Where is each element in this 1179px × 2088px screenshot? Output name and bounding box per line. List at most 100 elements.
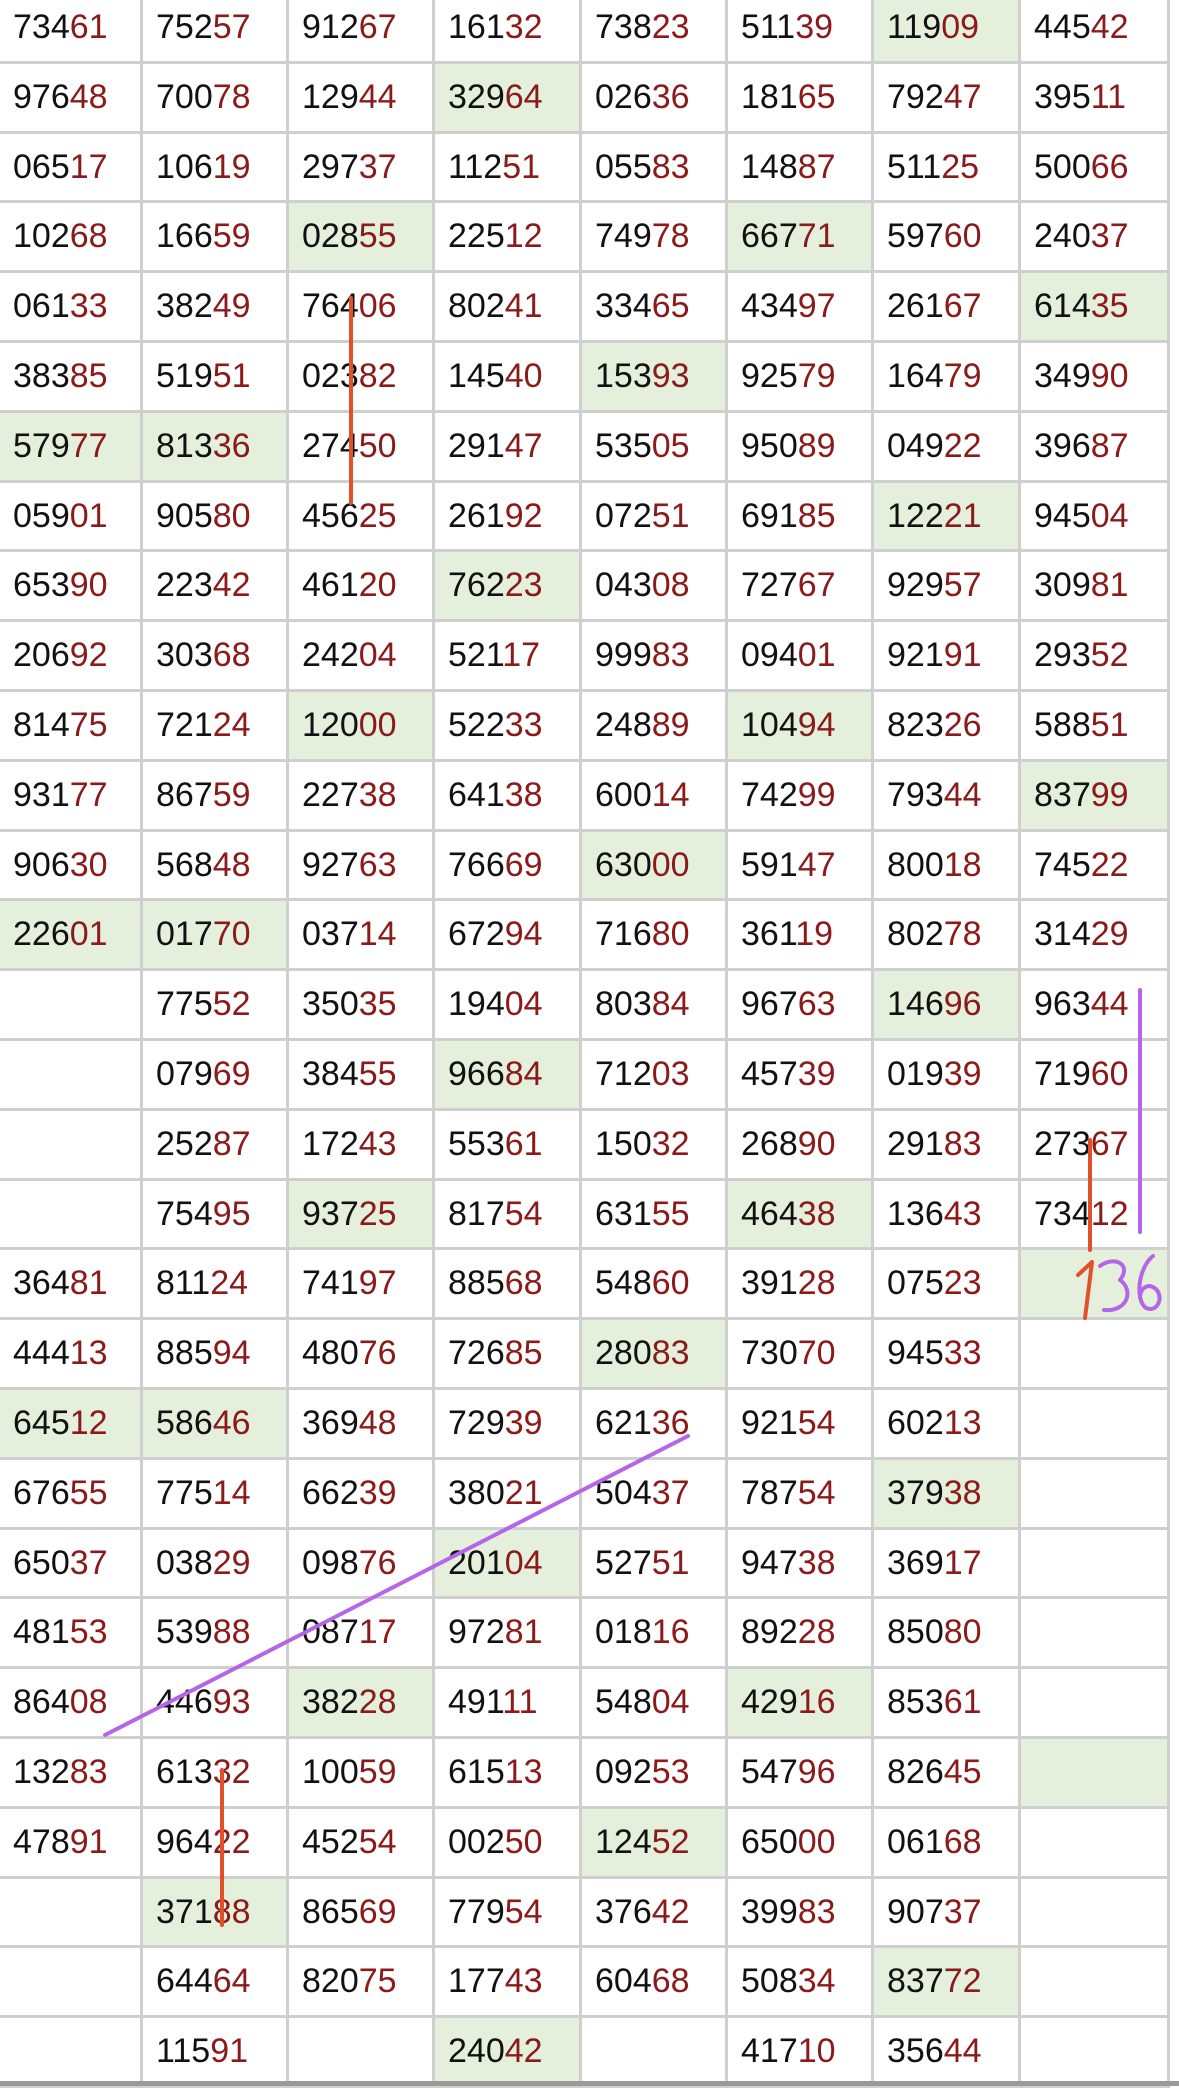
cell-tail-digits: 32	[504, 8, 543, 46]
cell-tail-digits: 47	[943, 77, 982, 116]
grid-cell: 24037	[1021, 203, 1170, 274]
cell-tail-digits: 39	[943, 1055, 982, 1093]
cell-head-digits: 384	[302, 1055, 359, 1093]
cell-tail-digits: 68	[943, 1822, 982, 1861]
cell-tail-digits: 81	[504, 1613, 543, 1652]
grid-cell	[0, 1878, 143, 1949]
cell-head-digits: 775	[156, 1473, 213, 1512]
cell-tail-digits: 76	[358, 1334, 397, 1373]
cell-tail-digits: 87	[797, 147, 836, 186]
cell-head-digits: 631	[595, 1194, 652, 1233]
grid-cell: 08717	[289, 1599, 435, 1670]
cell-head-digits: 814	[13, 706, 70, 744]
cell-head-digits: 291	[448, 426, 505, 465]
cell-tail-digits: 93	[651, 357, 690, 395]
cell-head-digits: 445	[1034, 8, 1091, 46]
cell-head-digits: 615	[448, 1753, 505, 1791]
grid-cell: 52233	[435, 692, 582, 762]
cell-head-digits: 115	[156, 2032, 211, 2071]
cell-head-digits: 098	[302, 1543, 359, 1582]
cell-head-digits: 800	[887, 845, 944, 884]
grid-cell: 59760	[874, 203, 1021, 274]
grid-cell: 38228	[289, 1669, 435, 1739]
cell-tail-digits: 70	[212, 915, 251, 954]
cell-head-digits: 892	[741, 1613, 798, 1652]
cell-head-digits: 349	[1034, 357, 1091, 395]
grid-cell: 54796	[728, 1739, 874, 1809]
cell-tail-digits: 91	[943, 636, 982, 675]
grid-cell: 38455	[289, 1041, 435, 1111]
bottom-edge-bar	[0, 2081, 1179, 2086]
grid-cell: 28083	[582, 1320, 728, 1390]
cell-tail-digits: 32	[651, 1124, 690, 1163]
cell-tail-digits: 51	[1090, 706, 1129, 744]
cell-tail-digits: 33	[69, 287, 108, 326]
cell-tail-digits: 12	[69, 1404, 108, 1442]
grid-cell: 94738	[728, 1529, 874, 1600]
cell-head-digits: 457	[741, 1055, 798, 1093]
cell-head-digits: 094	[741, 636, 798, 675]
grid-cell: 73461	[0, 0, 143, 64]
cell-tail-digits: 60	[651, 1264, 690, 1303]
cell-head-digits: 850	[887, 1613, 944, 1652]
cell-tail-digits: 55	[69, 1473, 108, 1512]
grid-cell: 38021	[435, 1459, 582, 1530]
cell-head-digits: 853	[887, 1683, 944, 1722]
cell-head-digits: 793	[887, 775, 944, 814]
cell-head-digits: 672	[448, 915, 505, 954]
cell-head-digits: 500	[1034, 147, 1091, 186]
cell-tail-digits: 43	[504, 1962, 543, 2001]
grid-cell: 80384	[582, 971, 728, 1041]
cell-head-digits: 885	[156, 1334, 213, 1373]
cell-tail-digits: 97	[358, 1264, 397, 1303]
cell-tail-digits: 01	[69, 496, 108, 535]
grid-cell: 55361	[435, 1110, 582, 1181]
grid-cell: 72685	[435, 1320, 582, 1390]
grid-cell: 60468	[582, 1948, 728, 2019]
cell-tail-digits: 04	[651, 1683, 690, 1722]
cell-head-digits: 667	[741, 217, 798, 256]
cell-tail-digits: 53	[651, 1753, 690, 1791]
grid-cell: 26167	[874, 273, 1021, 343]
cell-head-digits: 223	[156, 566, 213, 605]
cell-tail-digits: 43	[358, 1124, 397, 1163]
cell-head-digits: 444	[13, 1334, 70, 1373]
cell-head-digits: 452	[302, 1822, 359, 1861]
cell-head-digits: 742	[741, 775, 798, 814]
grid-cell: 25287	[143, 1110, 289, 1181]
cell-head-digits: 716	[595, 915, 652, 954]
cell-tail-digits: 48	[69, 77, 108, 116]
cell-tail-digits: 44	[943, 775, 982, 814]
cell-tail-digits: 42	[1090, 8, 1129, 46]
grid-cell: 82326	[874, 692, 1021, 762]
grid-cell: 83799	[1021, 761, 1170, 832]
cell-tail-digits: 67	[1090, 1124, 1129, 1163]
grid-cell: 39511	[1021, 63, 1170, 134]
cell-head-digits: 240	[1034, 217, 1091, 256]
cell-tail-digits: 61	[69, 8, 108, 46]
cell-head-digits: 927	[302, 845, 359, 884]
cell-head-digits: 268	[741, 1124, 798, 1163]
grid-cell: 85080	[874, 1599, 1021, 1670]
cell-tail-digits: 20	[358, 566, 397, 605]
grid-cell: 26890	[728, 1110, 874, 1181]
cell-head-digits: 226	[13, 915, 70, 954]
cell-head-digits: 028	[302, 217, 359, 256]
grid-cell: 03829	[143, 1529, 289, 1600]
cell-head-digits: 662	[302, 1473, 359, 1512]
cell-head-digits: 548	[595, 1683, 652, 1722]
cell-head-digits: 604	[595, 1962, 652, 2001]
cell-head-digits: 837	[887, 1962, 944, 2001]
cell-head-digits: 999	[595, 636, 652, 675]
cell-tail-digits: 85	[69, 357, 108, 395]
grid-cell: 48076	[289, 1320, 435, 1390]
cell-tail-digits: 01	[69, 915, 108, 954]
grid-cell: 11909	[874, 0, 1021, 64]
cell-tail-digits: 90	[797, 1124, 836, 1163]
cell-tail-digits: 42	[212, 566, 251, 605]
cell-tail-digits: 81	[1090, 566, 1129, 605]
grid-cell: 06517	[0, 133, 143, 204]
grid-cell: 06133	[0, 273, 143, 343]
grid-cell: 77552	[143, 971, 289, 1041]
grid-cell: 45254	[289, 1808, 435, 1879]
